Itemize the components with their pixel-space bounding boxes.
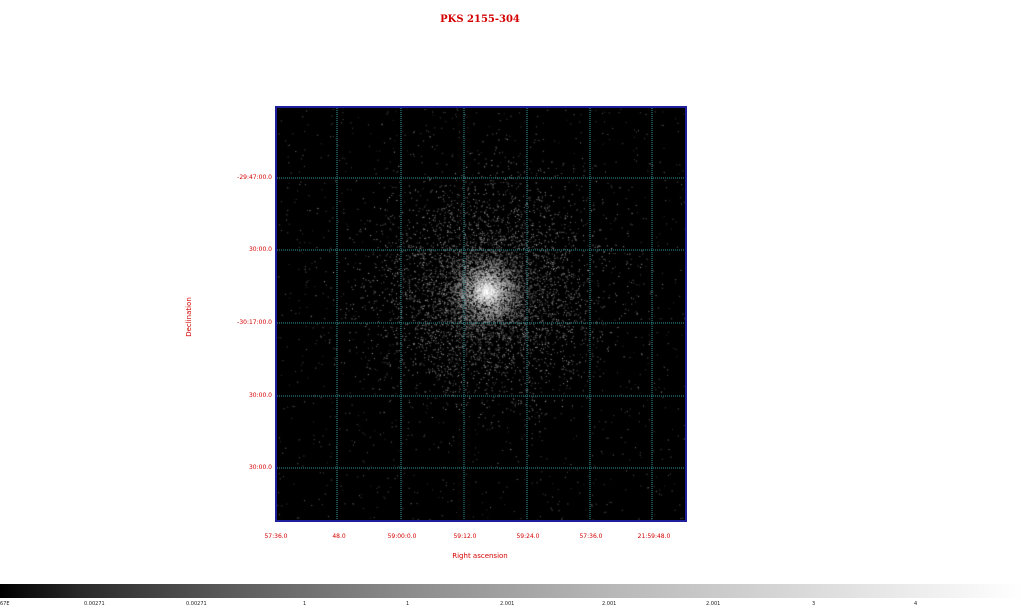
x-axis-label: Right ascension (452, 552, 508, 560)
colorbar-label: 1 (303, 601, 307, 607)
colorbar-label: 0.00271 (186, 601, 207, 607)
y-tick-label: -29:47:00.0 (237, 174, 272, 181)
colorbar-label: 0.00271 (84, 601, 105, 607)
y-tick-label: -30:17:00.0 (237, 319, 272, 326)
colorbar[interactable] (0, 584, 1023, 598)
colorbar-label: 2.001 (602, 601, 617, 607)
sky-image-panel[interactable] (275, 106, 687, 522)
coordinate-grid (277, 108, 685, 520)
plot-title: PKS 2155-304 (440, 14, 520, 25)
colorbar-label: 67E (0, 601, 10, 607)
y-tick-label: 30:00.0 (248, 392, 272, 399)
colorbar-label: 1 (406, 601, 410, 607)
x-tick-label: 59:00:0.0 (387, 533, 417, 540)
y-axis-label: Declination (185, 297, 193, 337)
x-tick-label: 57:36.0 (579, 533, 603, 540)
colorbar-label: 2.001 (706, 601, 721, 607)
colorbar-label: 4 (914, 601, 918, 607)
y-tick-label: 30:00.0 (248, 464, 272, 471)
x-tick-label: 48.0 (332, 533, 346, 540)
x-tick-label: 57:36.0 (264, 533, 288, 540)
x-tick-label: 59:12.0 (453, 533, 477, 540)
x-tick-label: 59:24.0 (516, 533, 540, 540)
colorbar-label: 2.001 (500, 601, 515, 607)
colorbar-label: 3 (812, 601, 816, 607)
x-tick-label: 21:59:48.0 (637, 533, 671, 540)
y-tick-label: 30:00.0 (248, 246, 272, 253)
